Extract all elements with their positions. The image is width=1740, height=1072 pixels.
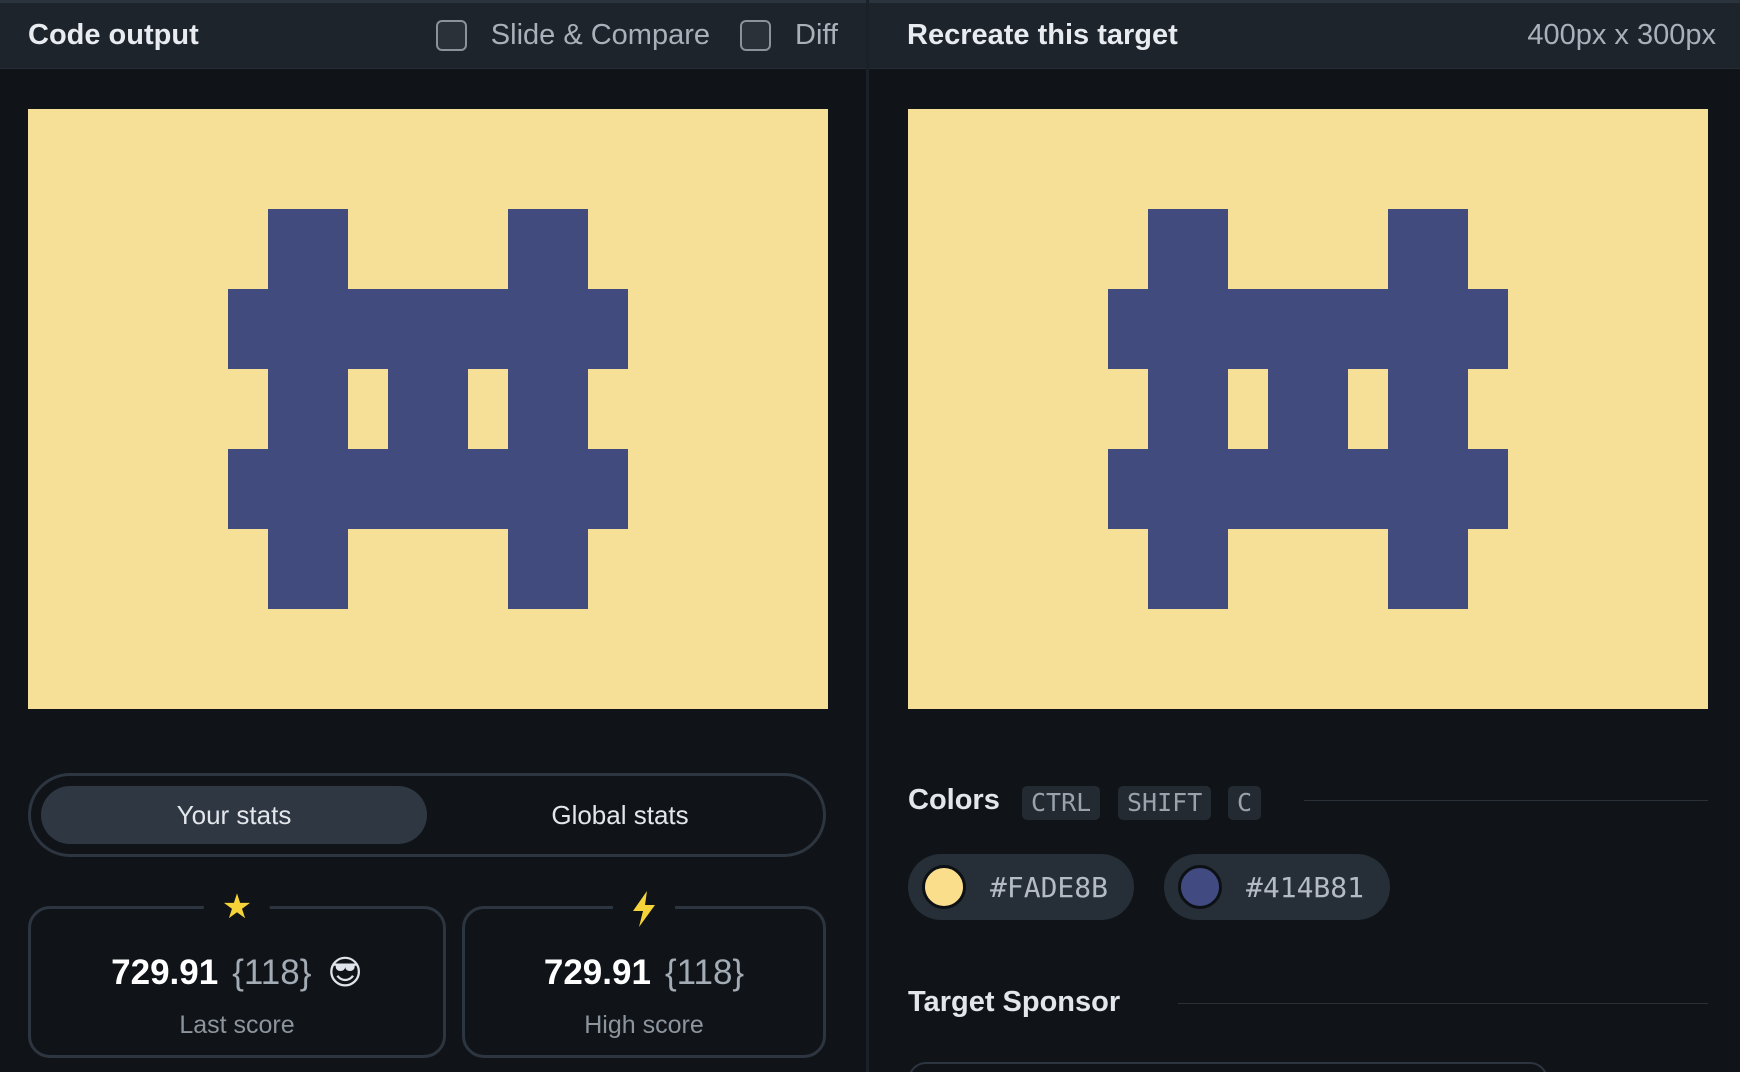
diff-toggle[interactable]: Diff <box>740 19 838 52</box>
shape-center-block <box>1268 369 1348 449</box>
tab-your-stats[interactable]: Your stats <box>41 786 427 844</box>
target-title: Recreate this target <box>907 19 1178 51</box>
colors-title: Colors <box>908 784 1000 816</box>
shape-bottom-bar <box>1108 449 1508 529</box>
shape-center-block <box>388 369 468 449</box>
target-header: Recreate this target 400px x 300px <box>869 0 1740 69</box>
last-score-value: 729.91 <box>111 953 219 992</box>
shape-top-bar <box>1108 289 1508 369</box>
tab-global-stats[interactable]: Global stats <box>427 786 813 844</box>
colors-divider-line <box>1304 800 1708 801</box>
panel-divider <box>866 0 869 1072</box>
slide-compare-checkbox[interactable] <box>435 20 467 51</box>
lightning-icon <box>613 887 675 928</box>
sponsor-divider-line <box>1178 1003 1708 1004</box>
target-canvas <box>908 109 1708 709</box>
slide-compare-label: Slide & Compare <box>490 19 711 51</box>
code-output-title: Code output <box>28 19 199 51</box>
color-swatch <box>1178 865 1222 909</box>
shape-left-post <box>1148 209 1228 609</box>
target-dimensions: 400px x 300px <box>1527 19 1716 51</box>
star-icon: ★ <box>203 887 271 927</box>
code-output-canvas[interactable] <box>28 109 828 709</box>
diff-label: Diff <box>795 19 838 51</box>
diff-checkbox[interactable] <box>740 20 772 51</box>
shortcut-key-shift: SHIFT <box>1118 786 1212 820</box>
shortcut-key-c: C <box>1228 786 1262 820</box>
last-score-count: {118} <box>232 953 312 992</box>
high-score-label: High score <box>584 1011 704 1039</box>
target-sponsor-title: Target Sponsor <box>908 986 1121 1018</box>
shape-bottom-bar <box>228 449 628 529</box>
high-score-value: 729.91 <box>543 953 651 992</box>
code-output-header: Code output Slide & Compare Diff <box>0 0 866 69</box>
slide-compare-toggle[interactable]: Slide & Compare <box>435 19 711 52</box>
color-chip[interactable]: #FADE8B <box>908 854 1135 920</box>
high-score-count: {118} <box>664 953 745 992</box>
stats-toggle: Your stats Global stats <box>28 773 826 857</box>
app-root: Code output Slide & Compare Diff Recreat… <box>0 0 1740 1072</box>
sponsor-box[interactable] <box>908 1062 1548 1072</box>
shortcut-key-ctrl: CTRL <box>1022 786 1101 820</box>
color-chip[interactable]: #414B81 <box>1164 854 1391 920</box>
shape-right-post <box>508 209 588 609</box>
color-swatch <box>922 865 966 909</box>
sunglasses-emoji-icon: 😎 <box>327 954 363 992</box>
shape-right-post <box>1388 209 1468 609</box>
last-score-card: ★ 729.91 {118} 😎 Last score <box>28 887 446 1058</box>
high-score-card: 729.91 {118} High score <box>462 887 826 1058</box>
last-score-label: Last score <box>179 1011 295 1039</box>
shape-left-post <box>268 209 348 609</box>
color-hex: #414B81 <box>1246 870 1365 904</box>
shape-top-bar <box>228 289 628 369</box>
color-hex: #FADE8B <box>990 870 1109 904</box>
